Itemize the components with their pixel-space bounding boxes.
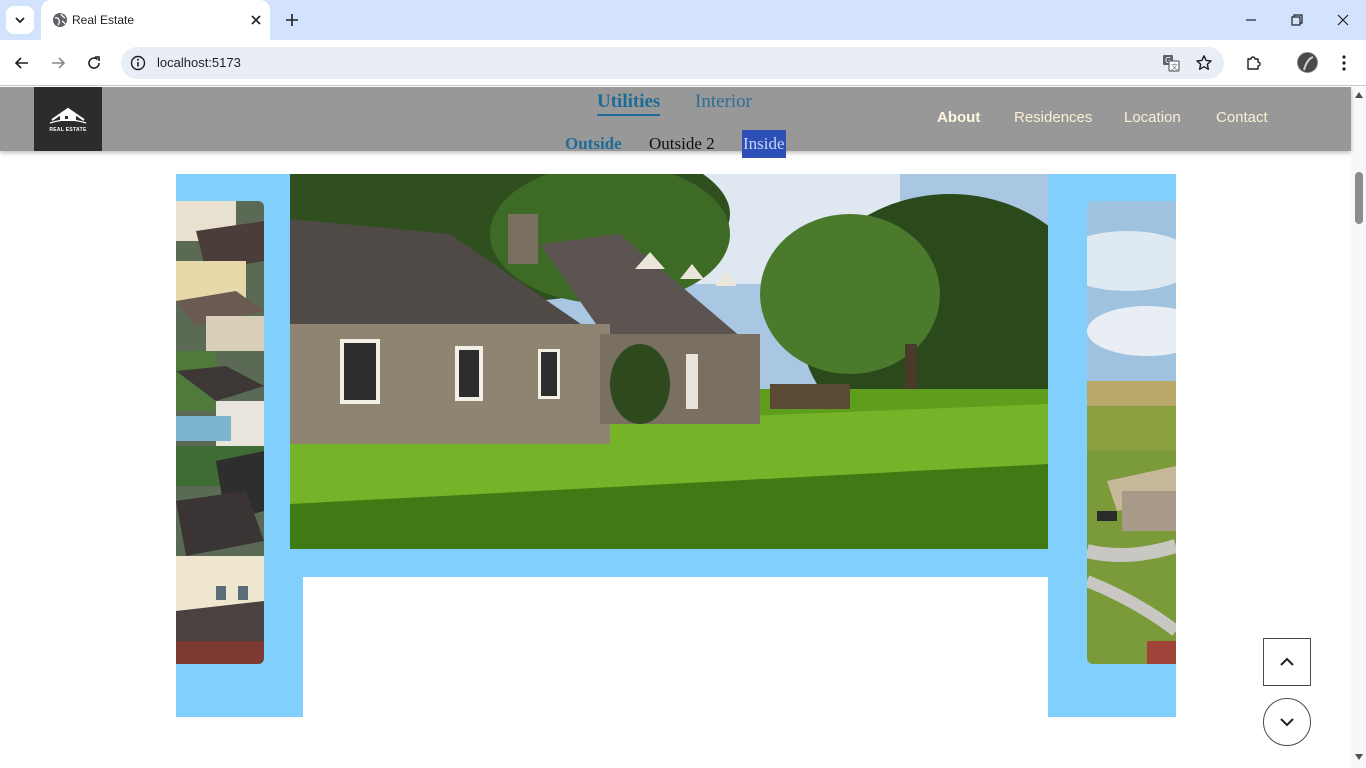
triangle-up-icon <box>1354 91 1363 98</box>
globe-icon <box>53 13 67 27</box>
arrow-left-icon <box>14 57 28 69</box>
aerial-houses-image <box>176 201 264 664</box>
site-header: REAL ESTATE Utilities Interior Outside O… <box>0 87 1351 158</box>
svg-text:文: 文 <box>1171 62 1178 71</box>
minimize-icon <box>1246 19 1256 21</box>
tab-utilities[interactable]: Utilities <box>597 91 661 116</box>
restore-button[interactable] <box>1274 0 1320 40</box>
subtab-inside[interactable]: Inside <box>742 130 786 158</box>
browser-tab[interactable]: Real Estate <box>41 0 270 40</box>
translate-button[interactable]: G文 <box>1161 53 1181 73</box>
close-icon <box>1337 14 1349 26</box>
info-icon <box>130 55 146 71</box>
arrow-right-icon <box>52 57 66 69</box>
scrollbar-thumb[interactable] <box>1355 172 1363 224</box>
previous-slide-image[interactable] <box>176 201 264 664</box>
subtab-outside[interactable]: Outside <box>565 130 622 158</box>
nav-about[interactable]: About <box>937 109 980 126</box>
scroll-up-button[interactable] <box>1263 638 1311 686</box>
browser-menu-button[interactable] <box>1330 49 1358 77</box>
triangle-down-icon <box>1354 753 1363 760</box>
forward-button[interactable] <box>44 49 72 77</box>
logo-text: REAL ESTATE <box>49 126 87 133</box>
close-window-button[interactable] <box>1320 0 1366 40</box>
gallery-carousel <box>176 174 1176 717</box>
restore-icon <box>1291 14 1303 26</box>
main-slide-image[interactable] <box>290 174 1048 549</box>
browser-tab-bar: Real Estate <box>0 0 1366 40</box>
stone-cottage-image <box>290 174 1048 549</box>
nav-location[interactable]: Location <box>1124 109 1181 126</box>
url-text: localhost:5173 <box>157 55 241 70</box>
reload-icon <box>88 56 100 69</box>
tab-close-button[interactable] <box>247 11 265 29</box>
page-viewport: REAL ESTATE Utilities Interior Outside O… <box>0 87 1366 768</box>
new-tab-button[interactable] <box>280 8 304 32</box>
extensions-button[interactable] <box>1240 49 1268 77</box>
slide-caption-panel <box>303 577 1048 717</box>
next-slide-image[interactable] <box>1087 201 1176 664</box>
profile-icon <box>1298 53 1317 72</box>
plus-icon <box>286 14 298 26</box>
site-info-button[interactable] <box>129 54 147 72</box>
nav-contact[interactable]: Contact <box>1216 109 1268 126</box>
tab-interior[interactable]: Interior <box>695 91 752 113</box>
address-bar[interactable]: localhost:5173 G文 <box>121 47 1224 79</box>
star-icon <box>1196 55 1212 70</box>
browser-toolbar: localhost:5173 G文 <box>0 40 1366 86</box>
subtab-outside-2[interactable]: Outside 2 <box>649 130 715 158</box>
reload-button[interactable] <box>80 49 108 77</box>
tab-title: Real Estate <box>72 13 135 27</box>
nav-residences[interactable]: Residences <box>1014 109 1092 126</box>
profile-avatar[interactable] <box>1297 52 1318 73</box>
back-button[interactable] <box>8 49 36 77</box>
scrollbar-up-arrow[interactable] <box>1353 89 1364 100</box>
site-logo[interactable]: REAL ESTATE <box>34 87 102 151</box>
translate-icon: G文 <box>1163 55 1180 72</box>
page-scrollbar[interactable] <box>1351 87 1366 768</box>
countryside-image <box>1087 201 1176 664</box>
chevron-down-icon <box>1280 718 1294 727</box>
puzzle-icon <box>1247 56 1261 70</box>
chevron-down-icon <box>15 17 25 24</box>
close-icon <box>251 15 261 25</box>
chevron-up-icon <box>1280 657 1294 666</box>
more-vertical-icon <box>1342 55 1346 71</box>
house-logo-icon <box>49 107 87 124</box>
scrollbar-down-arrow[interactable] <box>1353 751 1364 762</box>
tab-search-button[interactable] <box>6 6 34 34</box>
minimize-button[interactable] <box>1228 0 1274 40</box>
bookmark-button[interactable] <box>1194 53 1214 73</box>
scroll-down-button[interactable] <box>1263 698 1311 746</box>
